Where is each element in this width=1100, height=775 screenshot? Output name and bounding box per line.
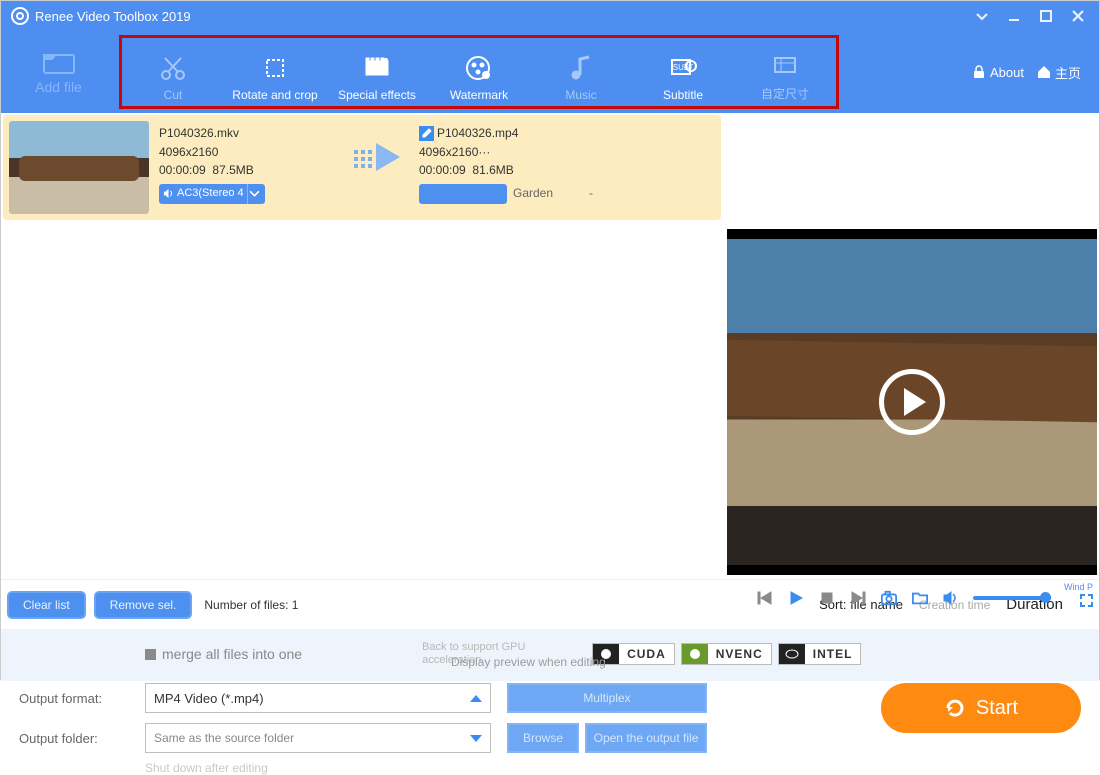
output-format-combo[interactable]: MP4 Video (*.mp4) xyxy=(145,683,491,713)
volume-label: Wind P xyxy=(1064,583,1093,592)
close-button[interactable] xyxy=(1067,5,1089,27)
customsize-icon xyxy=(771,51,799,79)
maximize-button[interactable] xyxy=(1035,5,1057,27)
open-folder-button[interactable] xyxy=(911,589,929,607)
garden-text: Garden xyxy=(513,184,553,203)
volume-slider[interactable] xyxy=(973,596,1051,600)
remove-selected-button[interactable]: Remove sel. xyxy=(94,591,193,619)
fullscreen-button[interactable] xyxy=(1080,594,1093,612)
dst-filename: P1040326.mp4 xyxy=(437,124,518,143)
dst-size: 81.6MB xyxy=(472,163,513,177)
volume-icon[interactable] xyxy=(942,589,960,607)
lock-icon xyxy=(971,64,987,80)
subtitle-icon: SUBT xyxy=(669,54,697,82)
preview-play-button[interactable] xyxy=(879,369,945,435)
output-folder-label: Output folder: xyxy=(19,731,129,746)
output-panel: merge all files into one Back to support… xyxy=(1,629,1099,681)
intel-badge: INTEL xyxy=(778,643,862,665)
app-title: Renee Video Toolbox 2019 xyxy=(35,9,961,24)
main-toolbar: Add file Cut Rotate and crop Special eff… xyxy=(1,31,1099,113)
src-filename: P1040326.mkv xyxy=(159,124,345,143)
merge-checkbox[interactable]: merge all files into one xyxy=(145,646,302,662)
prev-button[interactable] xyxy=(756,589,774,607)
open-output-button[interactable]: Open the output file xyxy=(585,723,707,753)
nvidia-icon xyxy=(688,647,702,661)
app-logo-icon xyxy=(11,7,29,25)
next-button[interactable] xyxy=(849,589,867,607)
output-folder-combo[interactable]: Same as the source folder xyxy=(145,723,491,753)
clear-list-button[interactable]: Clear list xyxy=(7,591,86,619)
player-controls: Wind P xyxy=(756,583,1093,612)
src-resolution: 4096x2160 xyxy=(159,143,345,162)
sysmenu-icon[interactable] xyxy=(971,5,993,27)
tool-music[interactable]: Music xyxy=(530,42,632,102)
title-bar: Renee Video Toolbox 2019 xyxy=(1,1,1099,31)
snapshot-button[interactable] xyxy=(880,589,898,607)
music-icon xyxy=(567,54,595,82)
tool-custom-size[interactable]: 自定尺寸 xyxy=(734,42,836,102)
dst-resolution: 4096x2160··· xyxy=(419,143,721,162)
crop-icon xyxy=(261,54,289,82)
caret-down-icon xyxy=(470,735,482,742)
multiplex-button[interactable]: Multiplex xyxy=(507,683,707,713)
clip-chip[interactable] xyxy=(419,184,507,204)
audio-codec-chip[interactable]: AC3(Stereo 4 xyxy=(159,184,265,204)
play-button[interactable] xyxy=(787,589,805,607)
edit-icon[interactable] xyxy=(419,126,434,141)
tool-special-effects[interactable]: Special effects xyxy=(326,42,428,102)
dash-text: - xyxy=(589,184,593,203)
minimize-button[interactable] xyxy=(1003,5,1025,27)
dest-info: P1040326.mp4 4096x2160··· 00:00:09 81.6M… xyxy=(415,115,721,220)
tool-rotate-crop[interactable]: Rotate and crop xyxy=(224,42,326,102)
file-count-label: Number of files: 1 xyxy=(204,598,298,612)
refresh-icon xyxy=(944,697,966,719)
home-icon xyxy=(1036,64,1052,80)
intel-icon xyxy=(785,647,799,661)
filmstrip-icon xyxy=(363,54,391,82)
tool-subtitle[interactable]: SUBTSubtitle xyxy=(632,42,734,102)
speaker-icon xyxy=(163,188,174,199)
arrow-icon xyxy=(354,143,406,171)
display-preview-checkbox[interactable]: Display preview when editing xyxy=(451,655,606,669)
shutdown-checkbox[interactable]: Shut down after editing xyxy=(145,761,1081,775)
src-duration: 00:00:09 xyxy=(159,163,206,177)
add-file-icon xyxy=(42,49,76,75)
about-link[interactable]: About xyxy=(971,64,1024,80)
browse-button[interactable]: Browse xyxy=(507,723,579,753)
tool-cut[interactable]: Cut xyxy=(122,42,224,102)
output-format-label: Output format: xyxy=(19,691,129,706)
src-size: 87.5MB xyxy=(212,163,253,177)
scissors-icon xyxy=(159,54,187,82)
toolbar-highlight-box: Cut Rotate and crop Special effects Wate… xyxy=(119,35,839,109)
checkbox-icon xyxy=(145,649,156,660)
watermark-icon xyxy=(465,54,493,82)
tool-watermark[interactable]: Watermark xyxy=(428,42,530,102)
nvenc-badge: NVENC xyxy=(681,643,772,665)
dst-duration: 00:00:09 xyxy=(419,163,466,177)
home-link[interactable]: 主页 xyxy=(1036,63,1081,82)
caret-up-icon xyxy=(470,695,482,702)
preview-panel xyxy=(727,229,1097,575)
source-info: P1040326.mkv 4096x2160 00:00:09 87.5MB A… xyxy=(155,115,345,220)
add-file-button[interactable]: Add file xyxy=(1,49,116,95)
chevron-down-icon[interactable] xyxy=(247,184,261,204)
stop-button[interactable] xyxy=(818,589,836,607)
start-button[interactable]: Start xyxy=(881,683,1081,733)
file-row[interactable]: P1040326.mkv 4096x2160 00:00:09 87.5MB A… xyxy=(3,115,721,220)
source-thumbnail xyxy=(9,121,149,214)
svg-text:T: T xyxy=(689,64,694,71)
